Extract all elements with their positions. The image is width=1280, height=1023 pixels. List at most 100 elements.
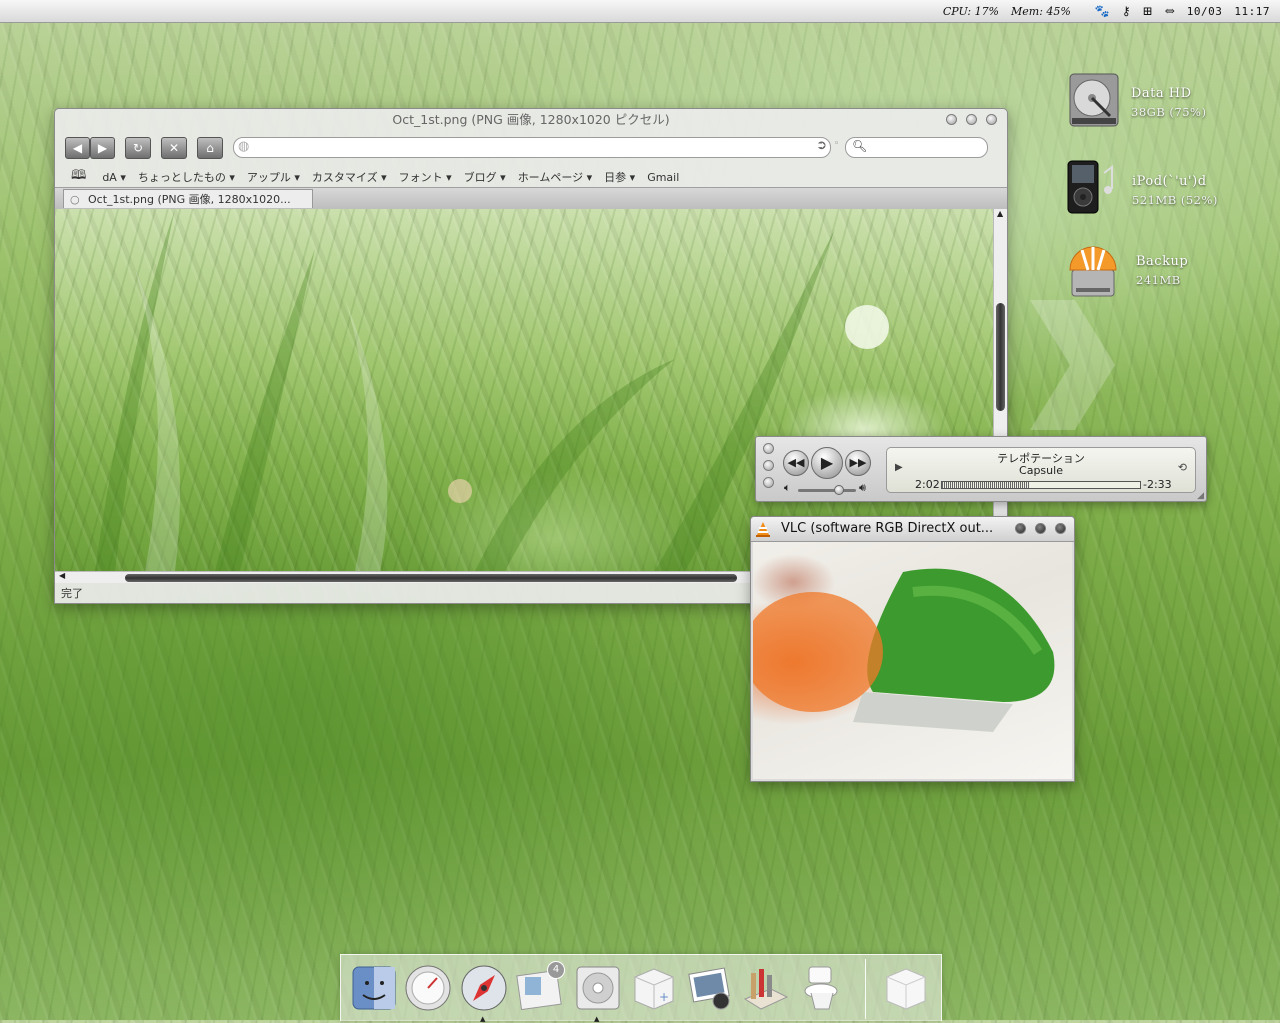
rewind-button[interactable]: ◀◀ [783,450,809,476]
chevron-watermark-icon [1030,300,1115,430]
cpu-meter[interactable]: CPU: 17% [943,5,999,18]
hard-drive-icon [1069,73,1119,127]
dock-item-dashboard[interactable] [403,963,453,1013]
forward-button[interactable]: ▶ [90,137,115,159]
menubar-date[interactable]: 10/03 [1187,5,1223,18]
reload-button[interactable]: ↻ [125,137,151,159]
dock-separator [865,959,866,1019]
box-icon [886,968,926,1010]
vlc-title-bar: VLC (software RGB DirectX out... [751,517,1074,542]
volume-name: iPod(`'u')d [1132,174,1207,189]
menu-extras: CPU: 17% Mem: 45% 🐾 ⚷ ⊞ ⇔ 10/03 11:17 [943,0,1270,22]
bookmark-homepage[interactable]: ホームページ ▾ [518,169,592,185]
dock-item-safari[interactable]: ▲ [459,963,509,1023]
menubar-clock[interactable]: 11:17 [1234,5,1270,18]
bookmark-gmail[interactable]: Gmail [647,171,679,184]
menu-bar: CPU: 17% Mem: 45% 🐾 ⚷ ⊞ ⇔ 10/03 11:17 [0,0,1280,23]
volume-low-icon: 🔈︎ [784,481,791,494]
window-controls [946,114,997,125]
key-icon[interactable]: ⚷ [1122,4,1131,18]
vlc-window-title: VLC (software RGB DirectX out... [781,521,994,536]
dock-item-utilities[interactable] [741,963,791,1013]
vlc-minimize-button[interactable] [1015,523,1026,534]
stop-button[interactable]: ✕ [161,137,187,159]
mail-badge: 4 [547,961,565,979]
dock-item-mail[interactable]: 4 [515,961,565,1013]
trash-toilet-icon [804,966,838,1010]
scroll-up-arrow-icon[interactable]: ▲ [997,209,1003,218]
bookmark-fonts[interactable]: フォント ▾ [399,169,452,185]
track-artist: Capsule [1019,464,1063,477]
utilities-icon [743,969,789,1010]
dock-item-finder[interactable] [349,963,399,1013]
close-button[interactable] [986,114,997,125]
vlc-window: VLC (software RGB DirectX out... [750,516,1075,782]
bookmark-chottoshitamono[interactable]: ちょっとしたもの ▾ [138,169,235,185]
dock-item-trash[interactable] [797,963,847,1013]
bookmark-da[interactable]: dA ▾ [102,171,126,184]
volume-slider[interactable] [798,485,856,495]
volume-slider-knob[interactable] [833,485,844,495]
volume-usage: 38GB (75%) [1131,105,1207,119]
tab-label: Oct_1st.png (PNG 画像, 1280x1020... [88,193,291,206]
bookmark-blog[interactable]: ブログ ▾ [464,169,506,185]
search-engine-dot-icon[interactable]: ◦ [834,139,839,149]
bookmark-nissan[interactable]: 日参 ▾ [604,169,635,185]
scroll-left-arrow-icon[interactable]: ◀ [59,571,65,580]
vlc-close-button[interactable] [1055,523,1066,534]
desktop-icon-data-hd[interactable] [1064,70,1134,130]
video-frame-image [753,568,1055,732]
backup-umbrella-icon [1069,246,1117,297]
player-minimize-button[interactable] [763,460,774,471]
player-side-buttons [763,443,774,488]
desktop-icon-ipod[interactable] [1064,155,1134,215]
player-zoom-button[interactable] [763,477,774,488]
tab-active[interactable]: ○ Oct_1st.png (PNG 画像, 1280x1020... [63,189,313,208]
home-button[interactable]: ⌂ [197,137,223,159]
input-method-icon[interactable]: ⊞ [1143,4,1153,18]
volume-usage: 241MB [1136,273,1181,287]
volume-name: Backup [1136,254,1189,269]
desktop-icon-backup[interactable] [1064,238,1134,298]
volume-high-icon: 🔊︎ [859,481,866,494]
bookmark-customize[interactable]: カスタマイズ ▾ [312,169,387,185]
safari-icon [461,965,507,1011]
resize-grip-icon[interactable]: ◢ [1197,491,1204,501]
dock-item-box[interactable] [881,963,931,1013]
player-lcd-display: テレポテーション Capsule ▶ ⟲ 2:02 -2:33 [886,447,1196,493]
horizontal-scroll-thumb[interactable] [125,574,737,582]
elapsed-time: 2:02 [915,478,940,491]
desktop-icon-label-backup: Backup 241MB [1136,252,1188,290]
url-bar[interactable]: ◍ ➲ [233,137,831,158]
lcd-repeat-icon[interactable]: ⟲ [1178,461,1187,474]
dock-item-itunes[interactable]: ▲ [573,963,623,1023]
search-input[interactable]: 🔍︎ [845,137,988,158]
desktop-icon-label-ipod: iPod(`'u')d 521MB (52%) [1132,172,1218,210]
tab-favicon-icon: ○ [70,193,80,206]
fast-forward-button[interactable]: ▶▶ [845,450,871,476]
go-icon[interactable]: ➲ [816,138,827,153]
desktop-icon-label-data-hd: Data HD 38GB (75%) [1131,84,1206,122]
ipod-icon [1067,160,1113,214]
bookmark-apple[interactable]: アップル ▾ [247,169,300,185]
memory-meter[interactable]: Mem: 45% [1011,5,1071,18]
globe-icon: ◍ [238,139,250,154]
minimize-button[interactable] [946,114,957,125]
dashboard-icon [405,965,451,1011]
vlc-zoom-button[interactable] [1035,523,1046,534]
volume-usage: 521MB (52%) [1132,193,1218,207]
finder-icon [352,966,396,1010]
play-button[interactable]: ▶ [811,447,843,479]
sync-arrows-icon[interactable]: ⇔ [1165,4,1175,18]
vertical-scroll-thumb[interactable] [996,303,1005,411]
back-button[interactable]: ◀ [65,137,90,159]
vlc-video-frame [753,542,1072,779]
player-close-button[interactable] [763,443,774,454]
paw-icon[interactable]: 🐾 [1095,4,1110,18]
dock-item-applications[interactable]: + [629,963,679,1013]
dock-item-iphoto[interactable] [685,963,735,1013]
track-progress-bar[interactable] [941,481,1141,489]
zoom-button[interactable] [966,114,977,125]
bookmarks-bar: 🕮 dA ▾ ちょっとしたもの ▾ アップル ▾ カスタマイズ ▾ フォント ▾… [55,167,1007,187]
bookmarks-book-icon[interactable]: 🕮 [71,166,86,188]
